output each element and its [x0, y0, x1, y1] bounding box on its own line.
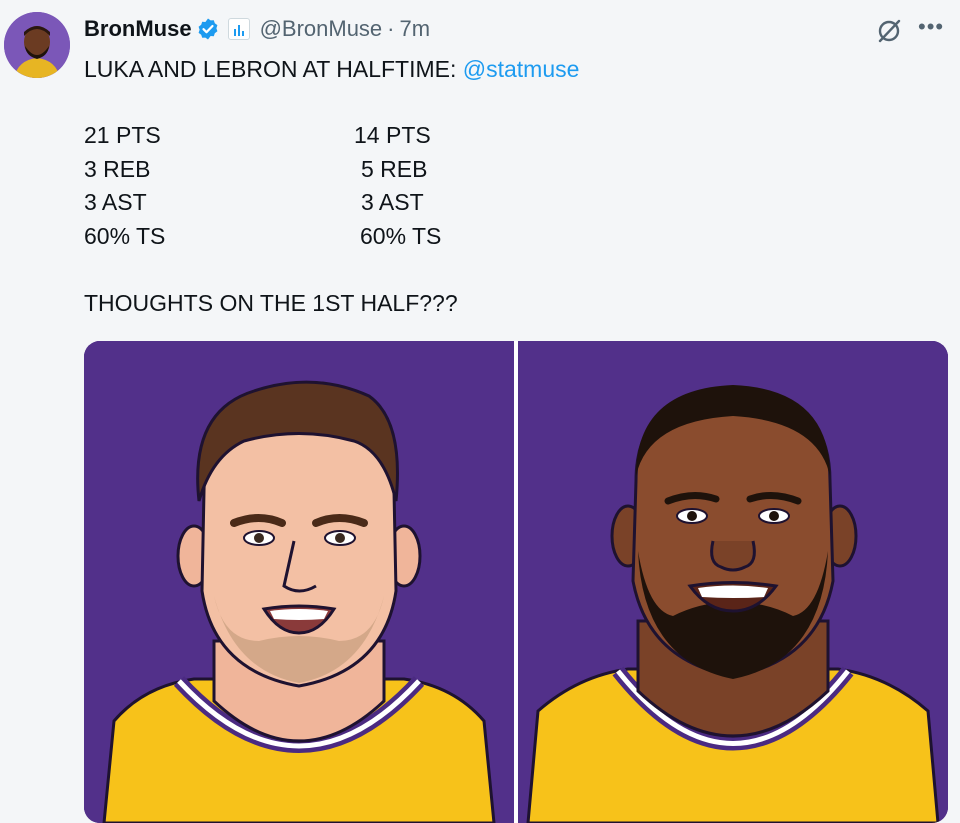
more-options-icon[interactable]: ••• [918, 16, 944, 38]
headline-text: LUKA AND LEBRON AT HALFTIME: [84, 56, 463, 82]
stat-left-reb: 3 REB [84, 156, 151, 182]
stat-right-reb: 5 REB [361, 156, 428, 182]
separator-dot: · [387, 16, 395, 41]
media-grid[interactable] [84, 341, 948, 823]
tweet-headline: LUKA AND LEBRON AT HALFTIME: @statmuse [84, 56, 579, 83]
media-image-lebron[interactable] [518, 341, 948, 823]
mention-link[interactable]: @statmuse [463, 56, 580, 82]
timestamp[interactable]: 7m [400, 16, 431, 42]
tweet-header: BronMuse @BronMuse · 7m [84, 14, 430, 44]
avatar[interactable] [4, 12, 70, 78]
stat-right-pts: 14 PTS [354, 122, 431, 148]
tweet-question: THOUGHTS ON THE 1ST HALF??? [84, 290, 458, 316]
stat-right-ast: 3 AST [361, 189, 424, 215]
grok-icon[interactable] [874, 16, 904, 46]
display-name[interactable]: BronMuse [84, 16, 192, 42]
verified-badge-icon [198, 18, 217, 40]
handle[interactable]: @BronMuse [260, 16, 383, 42]
stat-left-ts: 60% TS [84, 223, 166, 249]
media-image-luka[interactable] [84, 341, 514, 823]
stat-right-ts: 60% TS [360, 223, 442, 249]
stat-left-ast: 3 AST [84, 189, 147, 215]
affiliate-badge-icon[interactable] [227, 18, 250, 40]
stat-left-pts: 21 PTS [84, 122, 161, 148]
